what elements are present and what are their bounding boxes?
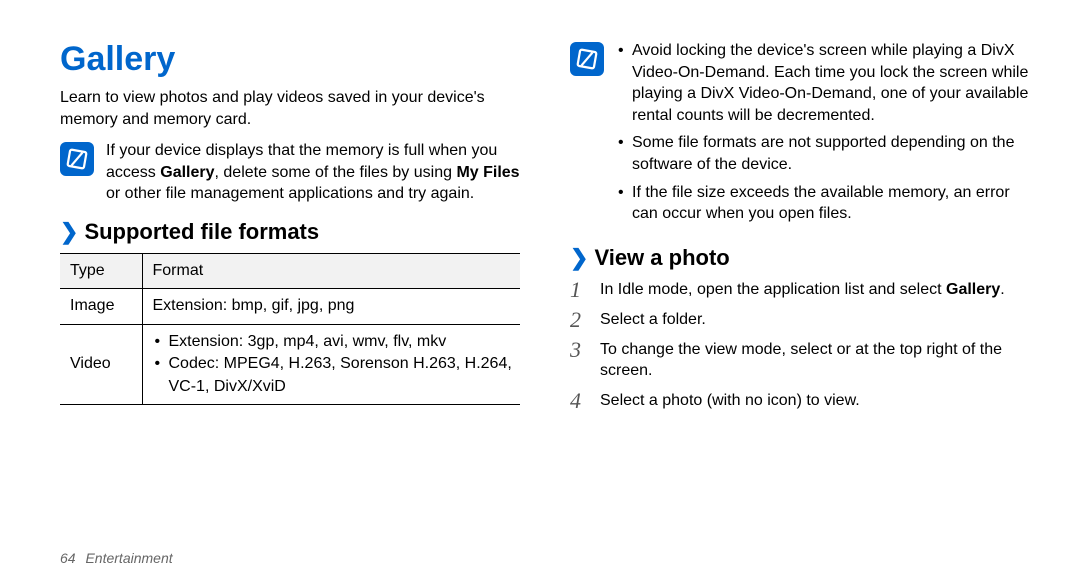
th-type: Type bbox=[60, 253, 142, 288]
note-block-tips: Avoid locking the device's screen while … bbox=[570, 40, 1030, 231]
page-title: Gallery bbox=[60, 40, 520, 79]
chevron-icon: ❯ bbox=[570, 245, 588, 271]
step-text: In Idle mode, open the application list … bbox=[600, 279, 1005, 301]
th-format: Format bbox=[142, 253, 520, 288]
step-text: Select a photo (with no icon) to view. bbox=[600, 390, 860, 412]
note-item-memory: If the file size exceeds the available m… bbox=[616, 182, 1030, 225]
video-format-ext: Extension: 3gp, mp4, avi, wmv, flv, mkv bbox=[153, 331, 513, 353]
table-row-video: Video Extension: 3gp, mp4, avi, wmv, flv… bbox=[60, 324, 520, 404]
note-item-divx: Avoid locking the device's screen while … bbox=[616, 40, 1030, 126]
intro-text: Learn to view photos and play videos sav… bbox=[60, 87, 520, 130]
formats-table: Type Format Image Extension: bmp, gif, j… bbox=[60, 253, 520, 405]
step-number: 2 bbox=[570, 309, 588, 331]
page-number: 64 bbox=[60, 550, 76, 566]
cell-image-format: Extension: bmp, gif, jpg, png bbox=[142, 289, 520, 324]
page-columns: Gallery Learn to view photos and play vi… bbox=[60, 40, 1030, 420]
step-4: 4 Select a photo (with no icon) to view. bbox=[570, 390, 1030, 412]
section-heading-label: Supported file formats bbox=[84, 219, 319, 245]
left-column: Gallery Learn to view photos and play vi… bbox=[60, 40, 520, 420]
note-text-mid: , delete some of the files by using bbox=[215, 164, 457, 181]
note-text-bold2: My Files bbox=[456, 164, 519, 181]
cell-video-format: Extension: 3gp, mp4, avi, wmv, flv, mkv … bbox=[142, 324, 520, 404]
note-icon bbox=[60, 142, 94, 176]
step-text: To change the view mode, select or at th… bbox=[600, 339, 1030, 382]
section-heading-label: View a photo bbox=[594, 245, 729, 271]
note-body: Avoid locking the device's screen while … bbox=[616, 40, 1030, 231]
step-2: 2 Select a folder. bbox=[570, 309, 1030, 331]
section-heading-view: ❯ View a photo bbox=[570, 245, 1030, 271]
table-row-image: Image Extension: bmp, gif, jpg, png bbox=[60, 289, 520, 324]
page-footer: 64 Entertainment bbox=[60, 550, 173, 566]
steps-list: 1 In Idle mode, open the application lis… bbox=[570, 279, 1030, 412]
step-3: 3 To change the view mode, select or at … bbox=[570, 339, 1030, 382]
table-header-row: Type Format bbox=[60, 253, 520, 288]
note-item-formats: Some file formats are not supported depe… bbox=[616, 132, 1030, 175]
cell-video-type: Video bbox=[60, 324, 142, 404]
note-text-bold1: Gallery bbox=[160, 164, 214, 181]
step-number: 1 bbox=[570, 279, 588, 301]
section-heading-supported: ❯ Supported file formats bbox=[60, 219, 520, 245]
step-1: 1 In Idle mode, open the application lis… bbox=[570, 279, 1030, 301]
note-body: If your device displays that the memory … bbox=[106, 140, 520, 205]
note-icon bbox=[570, 42, 604, 76]
video-format-codec: Codec: MPEG4, H.263, Sorenson H.263, H.2… bbox=[153, 353, 513, 398]
right-column: Avoid locking the device's screen while … bbox=[570, 40, 1030, 420]
note-text-tail: or other file management applications an… bbox=[106, 185, 474, 202]
chevron-icon: ❯ bbox=[60, 219, 78, 245]
step-number: 3 bbox=[570, 339, 588, 361]
cell-image-type: Image bbox=[60, 289, 142, 324]
note-block-memory-full: If your device displays that the memory … bbox=[60, 140, 520, 205]
step-text: Select a folder. bbox=[600, 309, 706, 331]
page-category: Entertainment bbox=[85, 550, 172, 566]
step-number: 4 bbox=[570, 390, 588, 412]
